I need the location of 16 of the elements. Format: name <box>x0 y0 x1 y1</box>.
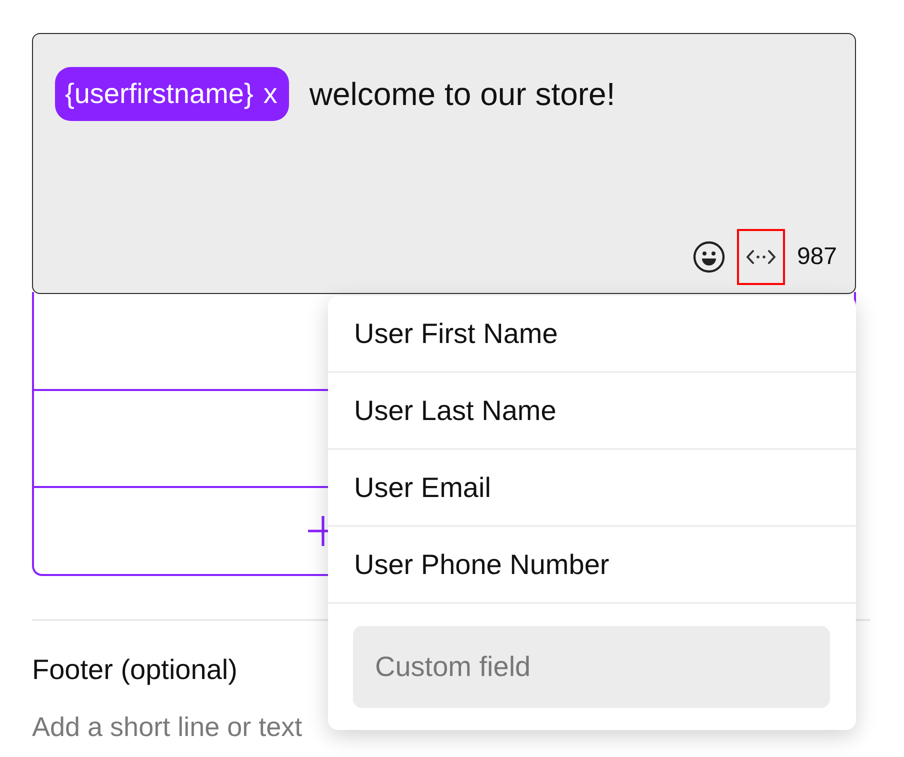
menu-item[interactable]: User First Name <box>328 296 856 373</box>
footer-hint: Add a short line or text <box>32 711 302 743</box>
variable-name: {userfirstname} <box>65 78 254 110</box>
menu-item[interactable]: User Phone Number <box>328 527 856 604</box>
variable-chip[interactable]: {userfirstname} x <box>55 67 290 121</box>
emoji-icon[interactable] <box>692 241 725 273</box>
custom-field-input[interactable]: Custom field <box>353 626 830 708</box>
remove-chip-button[interactable]: x <box>261 80 280 108</box>
footer-label: Footer (optional) <box>32 653 238 687</box>
message-text: welcome to our store! <box>309 76 616 112</box>
menu-item[interactable]: User Last Name <box>328 373 856 450</box>
code-icon <box>746 249 776 265</box>
variables-button[interactable] <box>736 229 785 285</box>
message-editor[interactable]: {userfirstname} x welcome to our store! 987 <box>32 33 856 294</box>
menu-item[interactable]: User Email <box>328 450 856 527</box>
character-count: 987 <box>796 243 837 271</box>
